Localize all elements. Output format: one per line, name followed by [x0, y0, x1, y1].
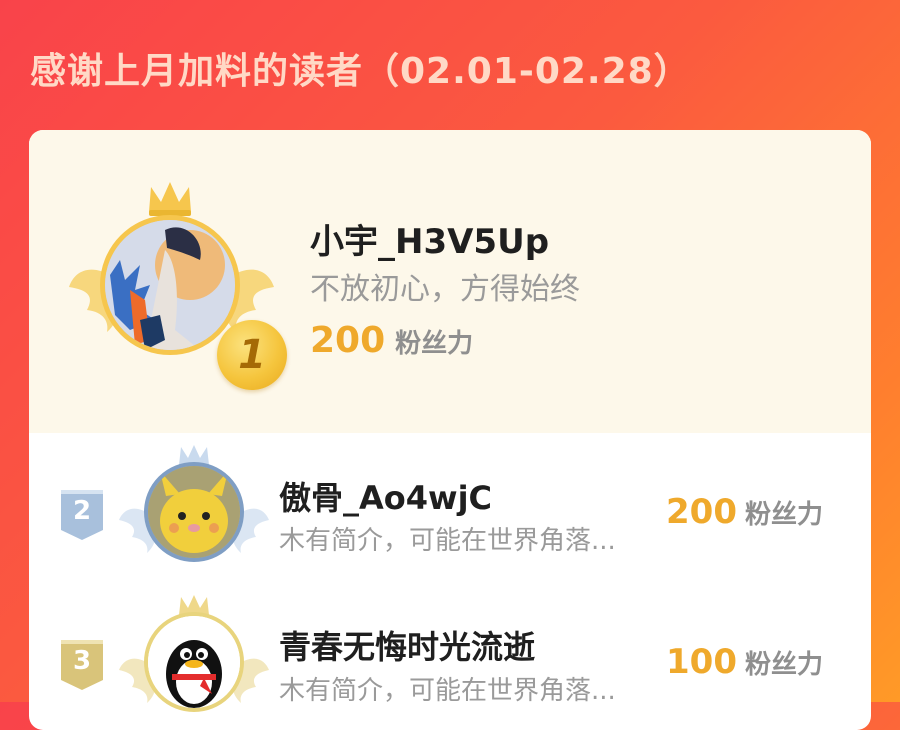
rank-number: 3 [72, 646, 92, 676]
rank-badge-icon: 1 [217, 320, 287, 390]
rank-badge-icon: 2 [59, 490, 105, 540]
fan-power-unit: 粉丝力 [744, 650, 823, 680]
list-item[interactable]: 2 傲骨_Ao4wjC 木有简介，可能在世界角落... 200 粉丝力 [29, 440, 871, 590]
fan-power-value: 100 [666, 642, 737, 682]
user-name: 青春无悔时光流逝 [279, 628, 536, 666]
rank-badge-icon: 3 [59, 640, 105, 690]
first-place-entry[interactable]: 1 小宇_H3V5Up 不放初心，方得始终 200 粉丝力 [29, 130, 871, 433]
avatar[interactable] [144, 462, 244, 562]
fan-power-unit: 粉丝力 [744, 500, 823, 530]
fan-power-unit: 粉丝力 [395, 329, 474, 359]
user-name: 小宇_H3V5Up [310, 222, 550, 262]
avatar-frame: 1 [69, 182, 287, 390]
leaderboard-card: 1 小宇_H3V5Up 不放初心，方得始终 200 粉丝力 2 傲骨_Ao4wj… [29, 130, 871, 730]
fan-power-value: 200 [310, 320, 386, 361]
fan-power: 100 粉丝力 [666, 642, 823, 682]
page-title: 感谢上月加料的读者（02.01-02.28） [30, 51, 691, 92]
avatar-frame [119, 445, 269, 585]
fan-power: 200 粉丝力 [666, 492, 823, 532]
user-bio: 木有简介，可能在世界角落... [279, 526, 616, 556]
avatar-image [148, 466, 240, 558]
fan-power: 200 粉丝力 [310, 320, 473, 361]
fan-power-value: 200 [666, 492, 737, 532]
rank-number: 2 [72, 496, 92, 526]
avatar[interactable] [144, 612, 244, 712]
avatar[interactable] [100, 215, 240, 355]
avatar-image [105, 220, 235, 350]
user-bio: 木有简介，可能在世界角落... [279, 676, 616, 706]
qq-penguin-icon [148, 616, 240, 708]
user-bio: 不放初心，方得始终 [310, 272, 580, 307]
avatar-frame [119, 595, 269, 730]
user-name: 傲骨_Ao4wjC [279, 479, 493, 517]
list-item[interactable]: 3 青春无悔时光流逝 木有简介，可能在世界角落... 100 粉丝力 [29, 590, 871, 730]
